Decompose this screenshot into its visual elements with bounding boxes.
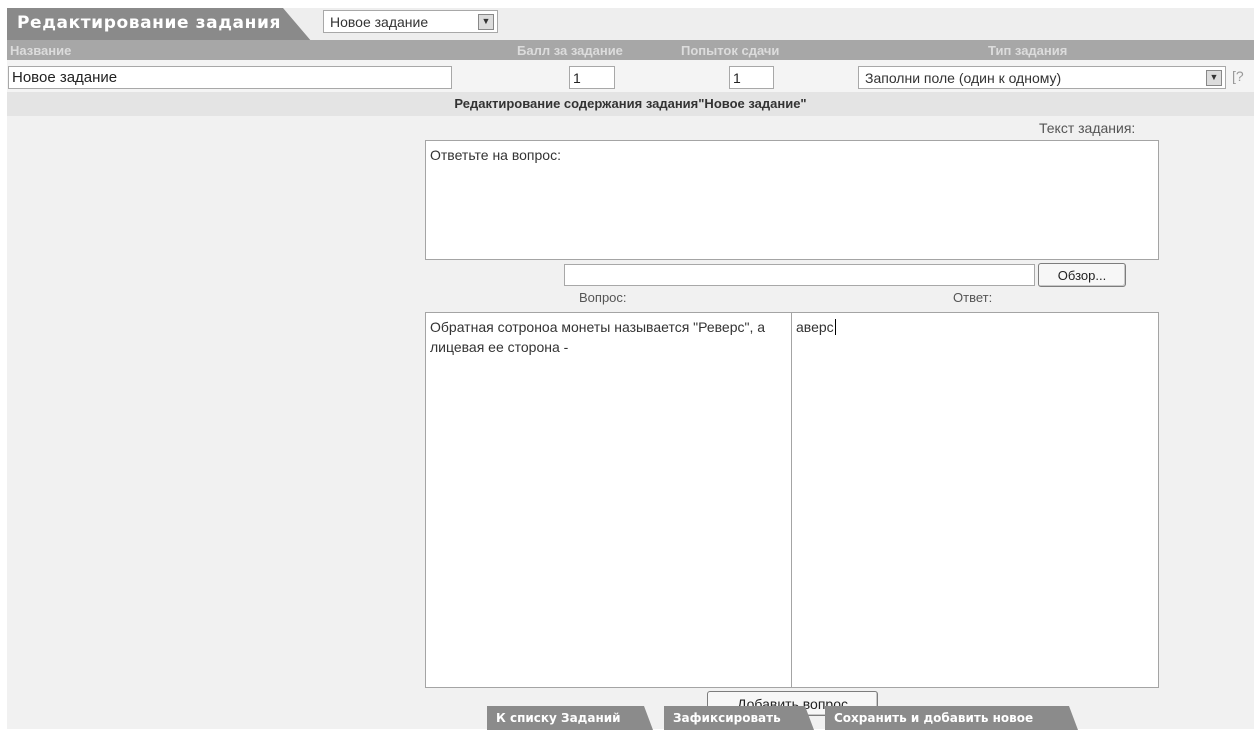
help-link[interactable]: [? [1232, 68, 1244, 84]
column-name: Название [10, 43, 72, 58]
chevron-down-icon[interactable]: ▼ [1206, 69, 1222, 86]
question-label: Вопрос: [579, 290, 627, 305]
text-cursor [834, 319, 836, 335]
points-input[interactable]: 1 [569, 66, 615, 89]
browse-button[interactable]: Обзор... [1038, 263, 1126, 287]
column-points: Балл за задание [517, 43, 623, 58]
task-text-label: Текст задания: [1039, 120, 1136, 136]
answer-value: аверс [796, 319, 834, 335]
task-select[interactable]: Новое задание ▼ [323, 10, 498, 33]
save-and-add-new-button[interactable]: Сохранить и добавить новое [825, 706, 1078, 730]
task-select-value: Новое задание [330, 13, 429, 30]
back-to-list-button[interactable]: К списку Заданий [487, 706, 653, 730]
task-name-input[interactable]: Новое задание [8, 66, 452, 89]
page-title: Редактирование задания [17, 13, 281, 33]
file-path-input[interactable] [564, 264, 1035, 286]
attempts-input[interactable]: 1 [729, 66, 774, 89]
answer-textarea[interactable]: аверс [791, 312, 1159, 688]
section-title: Редактирование содержания задания"Новое … [454, 96, 807, 111]
question-textarea[interactable]: Обратная сотроноа монеты называется "Рев… [425, 312, 792, 688]
task-type-value: Заполни поле (один к одному) [865, 69, 1062, 86]
task-text-area[interactable]: Ответьте на вопрос: [425, 140, 1159, 260]
column-attempts: Попыток сдачи [681, 43, 780, 58]
answer-label: Ответ: [953, 290, 993, 305]
fix-button[interactable]: Зафиксировать [664, 706, 814, 730]
chevron-down-icon[interactable]: ▼ [478, 13, 494, 30]
task-type-select[interactable]: Заполни поле (один к одному) ▼ [858, 66, 1226, 89]
column-type: Тип задания [988, 43, 1068, 58]
